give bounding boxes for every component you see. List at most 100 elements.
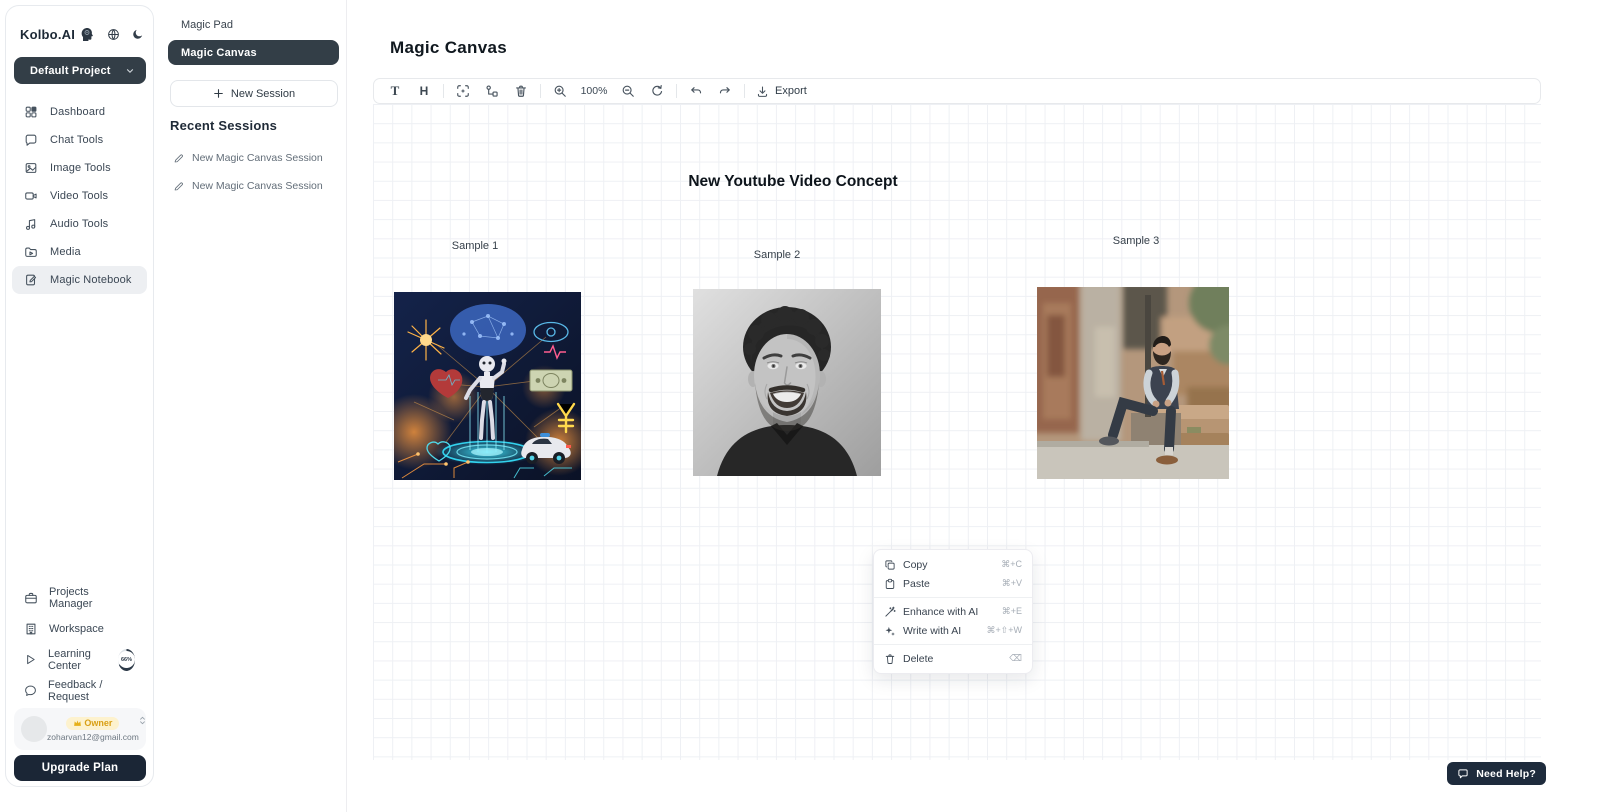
- copy-icon: [884, 559, 896, 571]
- sidebar-item-chat-tools[interactable]: Chat Tools: [12, 126, 147, 154]
- dark-mode-moon-icon[interactable]: [132, 28, 144, 40]
- sample-1-label[interactable]: Sample 1: [452, 240, 498, 252]
- shortcut-hint: ⌘+C: [1001, 559, 1022, 570]
- paste-icon: [884, 578, 896, 590]
- toolbar-divider: [676, 84, 677, 98]
- export-label: Export: [775, 85, 807, 97]
- need-help-label: Need Help?: [1476, 768, 1536, 780]
- undo-button[interactable]: [686, 81, 706, 101]
- tab-label: Magic Canvas: [181, 47, 257, 59]
- canvas-image-ai-collage[interactable]: [394, 292, 581, 480]
- toolbar-divider: [540, 84, 541, 98]
- context-menu-item-delete[interactable]: Delete ⌫: [874, 649, 1032, 668]
- sample-2-label[interactable]: Sample 2: [754, 249, 800, 261]
- canvas-grid[interactable]: New Youtube Video Concept Sample 1 Sampl…: [373, 104, 1541, 760]
- reset-view-button[interactable]: [647, 81, 667, 101]
- rotate-reset-icon: [650, 84, 664, 98]
- heading-tool-glyph: H: [420, 84, 429, 98]
- sidebar-item-video-tools[interactable]: Video Tools: [12, 182, 147, 210]
- trash-icon: [884, 653, 896, 665]
- new-session-button[interactable]: New Session: [170, 80, 338, 107]
- user-account-card[interactable]: Owner zoharvan12@gmail.com: [14, 708, 146, 750]
- tab-magic-canvas[interactable]: Magic Canvas: [168, 40, 339, 65]
- video-camera-icon: [24, 189, 38, 203]
- chevron-down-icon: [125, 66, 135, 76]
- undo-icon: [689, 84, 703, 98]
- tab-magic-pad[interactable]: Magic Pad: [168, 12, 336, 38]
- shortcut-hint: ⌫: [1009, 653, 1022, 664]
- recent-sessions-heading: Recent Sessions: [170, 118, 277, 133]
- play-icon: [24, 653, 37, 667]
- sidebar-item-projects-manager[interactable]: Projects Manager: [12, 582, 147, 613]
- pencil-icon: [173, 153, 184, 164]
- shortcut-hint: ⌘+⇧+W: [986, 625, 1022, 636]
- delete-tool-button[interactable]: [511, 81, 531, 101]
- sidebar-item-workspace[interactable]: Workspace: [12, 613, 147, 644]
- sidebar-item-learning-center[interactable]: Learning Center 66%: [12, 644, 147, 675]
- project-selector-label: Default Project: [30, 65, 111, 77]
- brand-head-icon: [79, 26, 95, 42]
- text-tool-glyph: T: [391, 83, 400, 99]
- sample-3-label[interactable]: Sample 3: [1113, 235, 1159, 247]
- language-globe-icon[interactable]: [107, 28, 120, 41]
- help-chat-icon: [1457, 768, 1469, 780]
- sparkles-icon: [884, 625, 896, 637]
- sidebar-item-dashboard[interactable]: Dashboard: [12, 98, 147, 126]
- sidebar-item-audio-tools[interactable]: Audio Tools: [12, 210, 147, 238]
- nav-label: Workspace: [49, 623, 104, 635]
- context-menu-label: Delete: [903, 653, 933, 665]
- redo-button[interactable]: [715, 81, 735, 101]
- canvas-image-portrait[interactable]: [693, 289, 881, 476]
- heading-tool-button[interactable]: H: [414, 81, 434, 101]
- download-icon: [756, 85, 769, 98]
- sidebar-item-media[interactable]: Media: [12, 238, 147, 266]
- shortcut-hint: ⌘+V: [1002, 578, 1022, 589]
- media-folder-icon: [24, 245, 38, 259]
- session-item[interactable]: New Magic Canvas Session: [170, 148, 338, 168]
- session-item[interactable]: New Magic Canvas Session: [170, 176, 338, 196]
- sidebar-item-magic-notebook[interactable]: Magic Notebook: [12, 266, 147, 294]
- need-help-button[interactable]: Need Help?: [1447, 762, 1546, 785]
- left-sidebar: Kolbo.AI Default Project Dashboard Chat …: [5, 5, 154, 787]
- chat-icon: [24, 133, 38, 147]
- sidebar-item-image-tools[interactable]: Image Tools: [12, 154, 147, 182]
- context-menu-item-write-with-ai[interactable]: Write with AI ⌘+⇧+W: [874, 621, 1032, 640]
- zoom-level-display[interactable]: 100%: [579, 85, 609, 97]
- learning-progress-ring: 66%: [118, 649, 135, 671]
- music-note-icon: [24, 217, 38, 231]
- zoom-in-button[interactable]: [550, 81, 570, 101]
- user-email: zoharvan12@gmail.com: [47, 732, 139, 742]
- connector-flow-button[interactable]: [482, 81, 502, 101]
- text-tool-button[interactable]: T: [385, 81, 405, 101]
- upgrade-plan-button[interactable]: Upgrade Plan: [14, 755, 146, 781]
- sidebar-item-feedback-request[interactable]: Feedback / Request: [12, 675, 147, 706]
- shortcut-hint: ⌘+E: [1002, 606, 1022, 617]
- logo-row: Kolbo.AI: [20, 24, 143, 44]
- context-menu-item-paste[interactable]: Paste ⌘+V: [874, 574, 1032, 593]
- owner-badge-label: Owner: [84, 718, 112, 728]
- zoom-out-button[interactable]: [618, 81, 638, 101]
- canvas-title-text[interactable]: New Youtube Video Concept: [688, 173, 897, 191]
- main-area: Magic Canvas T H 100% Export New Youtube…: [347, 0, 1600, 812]
- canvas-toolbar: T H 100% Export: [373, 78, 1541, 104]
- session-item-label: New Magic Canvas Session: [192, 180, 323, 192]
- ai-select-button[interactable]: [453, 81, 473, 101]
- context-menu-label: Write with AI: [903, 625, 961, 637]
- nav-label: Media: [50, 246, 81, 258]
- zoom-out-icon: [621, 84, 635, 98]
- export-button[interactable]: Export: [754, 85, 809, 98]
- context-menu-label: Paste: [903, 578, 930, 590]
- context-menu-divider: [874, 597, 1032, 598]
- nav-label: Dashboard: [50, 106, 105, 118]
- context-menu-item-copy[interactable]: Copy ⌘+C: [874, 555, 1032, 574]
- scan-select-icon: [456, 84, 470, 98]
- context-menu-item-enhance-with-ai[interactable]: Enhance with AI ⌘+E: [874, 602, 1032, 621]
- learning-progress-value: 66%: [118, 651, 135, 668]
- zoom-in-icon: [553, 84, 567, 98]
- plus-icon: [213, 88, 224, 99]
- nav-label: Projects Manager: [49, 586, 135, 610]
- project-selector[interactable]: Default Project: [14, 57, 146, 84]
- new-session-label: New Session: [231, 88, 295, 100]
- feedback-bubble-icon: [24, 684, 37, 698]
- canvas-image-ruins[interactable]: [1037, 287, 1229, 479]
